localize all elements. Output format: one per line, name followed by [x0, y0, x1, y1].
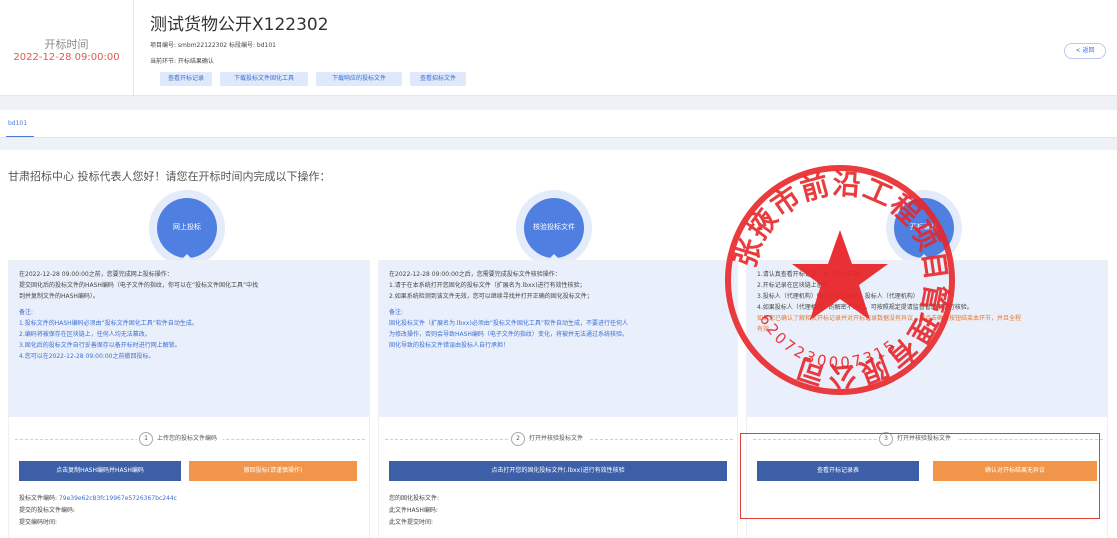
note-title: 备注:: [19, 309, 34, 316]
instruction-line: 在2022-12-28 09:00:00之前，您要完成网上投标操作：: [19, 271, 173, 278]
seal-code-text: 6207230007315: [756, 311, 898, 372]
tab-divider: [0, 137, 1117, 138]
step-circle-verify: 核验投标文件: [524, 198, 584, 258]
view-opening-record-button[interactable]: 查看开标记录: [160, 72, 212, 86]
current-stage: 当前环节: 开标结果确认: [150, 58, 214, 65]
company-seal-icon: 张掖市前沿工程项目管理有限公司 6207230007315: [725, 165, 955, 395]
step-panel-online-bid: 在2022-12-28 09:00:00之前，您要完成网上投标操作： 提交固化后…: [8, 260, 370, 538]
file-hash-row: 此文件HASH编码:: [389, 507, 438, 514]
open-time-value: 2022-12-28 09:00:00: [13, 52, 120, 63]
note-line: 1.投标文件的HASH编码必须由“投标文件固化工具”软件自动生成。: [19, 320, 198, 327]
tab-bd101[interactable]: bd101: [8, 120, 27, 127]
instruction-line: 到并复制文件的HASH编码）。: [19, 293, 99, 300]
note-line: 4.您可以在2022-12-28 09:00:00之前撤回投标。: [19, 353, 155, 360]
step-circle-online-bid: 网上投标: [157, 198, 217, 258]
svg-text:6207230007315: 6207230007315: [756, 311, 901, 372]
copy-hash-button[interactable]: 点击复制HASH编码并HASH编码: [19, 461, 181, 481]
step-panel-verify: 在2022-12-28 09:00:00之后，您需要完成投标文件核验操作： 1.…: [378, 260, 738, 538]
submit-time-row: 提交编码时间:: [19, 519, 58, 526]
instruction-line: 1.请于在本系统打开您固化的投标文件（扩展名为.lbxx)进行有效性核验；: [389, 282, 586, 289]
instruction-line: 提交固化后的投标文件的HASH编码（电子文件的指纹，你可以在“投标文件固化工具”…: [19, 282, 259, 289]
download-bid-files-button[interactable]: 下载响应的投标文件: [316, 72, 402, 86]
note-title: 备注:: [389, 309, 404, 316]
instruction-line: 2.如果系统检测到该文件无效，您可以继续寻找并打开正确的固化投标文件；: [389, 293, 593, 300]
bid-file-hash-row: 投标文件编码: 79e39e62c83fc19967e5726367bc244c: [19, 495, 177, 502]
highlight-annotation: [740, 433, 1100, 519]
step-circle-label: 核验投标文件: [533, 223, 575, 231]
instruction-block: 在2022-12-28 09:00:00之前，您要完成网上投标操作： 提交固化后…: [9, 261, 369, 417]
open-time-label: 开标时间: [44, 38, 89, 51]
note-line: 2.编码将被保存在区块链上，任何人均无法篡改。: [19, 331, 151, 338]
instruction-line: 在2022-12-28 09:00:00之后，您需要完成投标文件核验操作：: [389, 271, 561, 278]
download-solidify-tool-button[interactable]: 下载投标文件固化工具: [220, 72, 308, 86]
open-time-block: 开标时间 2022-12-28 09:00:00: [0, 0, 134, 96]
tab-bar: bd101: [0, 110, 1117, 138]
instruction-block: 在2022-12-28 09:00:00之后，您需要完成投标文件核验操作： 1.…: [379, 261, 737, 417]
submitted-hash-row: 提交的投标文件编码:: [19, 507, 76, 514]
step-number-2: 2 打开并核验投标文件: [509, 431, 590, 447]
page-header: 开标时间 2022-12-28 09:00:00 测试货物公开X122302 项…: [0, 0, 1117, 96]
file-submit-time-row: 此文件提交时间:: [389, 519, 434, 526]
solidified-file-row: 您的固化投标文件:: [389, 495, 440, 502]
project-meta: 项目编号: smbm22122302 标段编号: bd101: [150, 42, 276, 49]
note-line: 3.固化后的投标文件自行妥善保存以备开标时进行网上解锁。: [19, 342, 181, 349]
page-title: 测试货物公开X122302: [150, 15, 329, 35]
greeting-text: 甘肃招标中心 投标代表人您好！请您在开标时间内完成以下操作：: [8, 170, 331, 183]
step-circle-label: 网上投标: [173, 223, 201, 231]
note-line: 固化导致的投标文件错误由投标人自行承担！: [389, 342, 510, 349]
step-number-1: 1 上传您的投标文件编码: [137, 431, 224, 447]
note-line: 为修改操作，否则会导致HASH编码（电子文件的指纹）变化，将被并无法通过系统核验…: [389, 331, 628, 338]
back-button[interactable]: < 返回: [1064, 43, 1106, 59]
withdraw-bid-button[interactable]: 撤回投标(请谨慎操作): [189, 461, 357, 481]
open-solidified-file-button[interactable]: 点击打开您的固化投标文件(.lbxx)进行有效性核验: [389, 461, 727, 481]
note-line: 固化投标文件（扩展名为.lbxx)必须由“投标文件固化工具”软件自动生成，不要进…: [389, 320, 629, 327]
view-tender-file-button[interactable]: 查看招标文件: [410, 72, 466, 86]
